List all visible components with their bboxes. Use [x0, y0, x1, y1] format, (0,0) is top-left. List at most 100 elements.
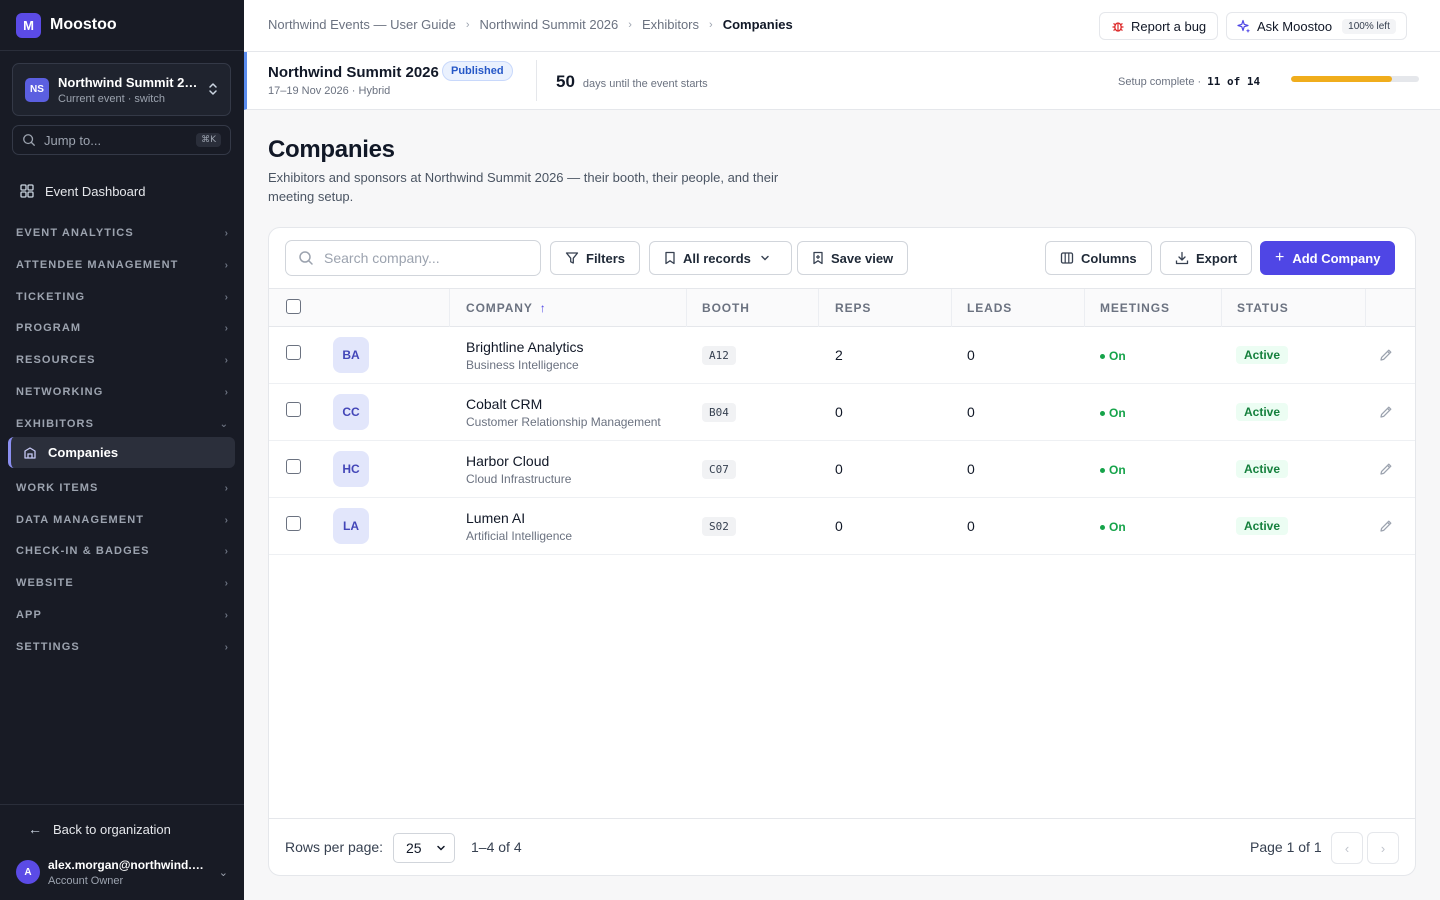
edit-icon[interactable] — [1378, 461, 1394, 477]
row-checkbox[interactable] — [286, 402, 301, 417]
sidebar-section-exhibitors[interactable]: EXHIBITORS ⌄ — [16, 414, 228, 434]
chevron-right-icon: › — [224, 386, 228, 398]
sidebar-section-data-management[interactable]: DATA MANAGEMENT › — [16, 510, 228, 530]
meetings-label: On — [1109, 349, 1126, 363]
sidebar-footer: ← Back to organization A alex.morgan@nor… — [0, 804, 244, 900]
sidebar-section-website[interactable]: WEBSITE › — [16, 573, 228, 593]
sidebar-section-resources[interactable]: RESOURCES › — [16, 350, 228, 370]
chevron-left-icon: ‹ — [1344, 840, 1350, 856]
section-label: ATTENDEE MANAGEMENT — [16, 259, 179, 271]
page-description: Exhibitors and sponsors at Northwind Sum… — [268, 170, 779, 204]
meetings-status: On — [1100, 349, 1126, 363]
section-label: EXHIBITORS — [16, 418, 95, 430]
rows-per-page-select[interactable]: 25 — [393, 833, 455, 863]
section-label: SETTINGS — [16, 641, 80, 653]
sidebar-section-settings[interactable]: SETTINGS › — [16, 637, 228, 657]
booth-tag: C07 — [702, 460, 736, 479]
filters-button[interactable]: Filters — [550, 241, 641, 275]
user-role: Account Owner — [48, 874, 124, 887]
breadcrumb-item[interactable]: Northwind Summit 2026 — [480, 17, 619, 32]
setup-label: Setup complete · — [1118, 75, 1202, 88]
user-menu[interactable]: A alex.morgan@northwind.events Account O… — [16, 855, 228, 889]
sidebar-section-check-in-badges[interactable]: CHECK-IN & BADGES › — [16, 541, 228, 561]
table-row[interactable]: HC Harbor Cloud Cloud Infrastructure C07… — [269, 441, 1415, 498]
back-to-organization-link[interactable]: ← Back to organization — [28, 821, 171, 837]
company-name[interactable]: Brightline Analytics — [466, 339, 584, 355]
company-name[interactable]: Lumen AI — [466, 510, 525, 526]
add-company-button[interactable]: + Add Company — [1260, 241, 1396, 275]
column-divider — [1221, 289, 1222, 327]
section-label: WORK ITEMS — [16, 482, 99, 494]
shortcut-hint: ⌘K — [196, 133, 221, 147]
app-logo: M — [16, 12, 41, 38]
records-dropdown[interactable]: All records — [649, 241, 792, 275]
export-button[interactable]: Export — [1160, 241, 1253, 275]
reps-count: 0 — [835, 518, 843, 534]
report-bug-button[interactable]: Report a bug — [1099, 12, 1219, 40]
breadcrumb-item[interactable]: Northwind Events — User Guide — [268, 17, 456, 32]
sidebar-section-networking[interactable]: NETWORKING › — [16, 382, 228, 402]
brand[interactable]: M Moostoo — [0, 0, 244, 51]
columns-button[interactable]: Columns — [1045, 241, 1152, 275]
column-header-reps[interactable]: REPS — [835, 301, 871, 315]
row-checkbox[interactable] — [286, 516, 301, 531]
chevron-right-icon: › — [224, 259, 228, 271]
table-row[interactable]: CC Cobalt CRM Customer Relationship Mana… — [269, 384, 1415, 441]
company-name[interactable]: Cobalt CRM — [466, 396, 542, 412]
sidebar-item-event-dashboard[interactable]: Event Dashboard — [8, 177, 235, 205]
status-dot-icon — [1100, 410, 1105, 416]
booth-tag: A12 — [702, 346, 736, 365]
ask-moostoo-button[interactable]: Ask Moostoo 100% left — [1226, 12, 1407, 40]
sidebar-section-ticketing[interactable]: TICKETING › — [16, 287, 228, 307]
filter-icon — [565, 252, 579, 264]
event-switcher[interactable]: NS Northwind Summit 2026 Current event ·… — [12, 63, 231, 116]
event-switcher-subtitle: Current event · switch — [58, 92, 165, 105]
save-view-button[interactable]: Save view — [797, 241, 909, 275]
section-label: CHECK-IN & BADGES — [16, 545, 150, 557]
row-checkbox[interactable] — [286, 459, 301, 474]
row-checkbox[interactable] — [286, 345, 301, 360]
column-header-status[interactable]: STATUS — [1237, 301, 1289, 315]
quota-badge: 100% left — [1342, 18, 1396, 34]
sidebar-section-program[interactable]: PROGRAM › — [16, 318, 228, 338]
edit-icon[interactable] — [1378, 347, 1394, 363]
previous-page-button[interactable]: ‹ — [1331, 832, 1363, 864]
status-badge: Published — [442, 61, 513, 81]
next-page-button[interactable]: › — [1367, 832, 1399, 864]
search-input[interactable]: Search company... — [285, 240, 541, 276]
company-industry: Cloud Infrastructure — [466, 472, 572, 486]
section-label: PROGRAM — [16, 322, 82, 334]
sidebar-item-label: Companies — [48, 445, 119, 460]
table-row[interactable]: BA Brightline Analytics Business Intelli… — [269, 327, 1415, 384]
column-header-meetings[interactable]: MEETINGS — [1100, 301, 1170, 315]
section-label: NETWORKING — [16, 386, 104, 398]
company-name[interactable]: Harbor Cloud — [466, 453, 549, 469]
chevron-right-icon: › — [224, 545, 228, 557]
event-status-bar: Northwind Summit 2026 Published 17–19 No… — [244, 52, 1440, 110]
reps-count: 0 — [835, 404, 843, 420]
sidebar-section-attendee-management[interactable]: ATTENDEE MANAGEMENT › — [16, 255, 228, 275]
table-row[interactable]: LA Lumen AI Artificial Intelligence S02 … — [269, 498, 1415, 555]
meetings-label: On — [1109, 406, 1126, 420]
column-header-leads[interactable]: LEADS — [967, 301, 1012, 315]
sidebar-section-work-items[interactable]: WORK ITEMS › — [16, 478, 228, 498]
jump-to-input[interactable]: Jump to... ⌘K — [12, 125, 231, 155]
sidebar-section-app[interactable]: APP › — [16, 605, 228, 625]
edit-icon[interactable] — [1378, 404, 1394, 420]
add-company-label: Add Company — [1292, 250, 1381, 266]
breadcrumb-item[interactable]: Exhibitors — [642, 17, 699, 32]
save-view-label: Save view — [831, 250, 894, 266]
column-header-booth[interactable]: BOOTH — [702, 301, 750, 315]
chevron-right-icon: › — [709, 18, 713, 31]
column-divider — [1365, 289, 1366, 327]
rows-per-page-value: 25 — [406, 840, 422, 856]
page-title: Companies — [268, 136, 395, 163]
topbar: Northwind Events — User Guide › Northwin… — [244, 0, 1440, 52]
select-all-checkbox[interactable] — [286, 299, 301, 314]
sidebar-item-companies[interactable]: Companies — [8, 437, 235, 468]
search-placeholder: Search company... — [324, 250, 440, 266]
pagination-range: 1–4 of 4 — [471, 839, 522, 855]
sidebar-section-event-analytics[interactable]: EVENT ANALYTICS › — [16, 223, 228, 243]
edit-icon[interactable] — [1378, 518, 1394, 534]
column-header-company[interactable]: COMPANY ↑ — [466, 301, 547, 315]
